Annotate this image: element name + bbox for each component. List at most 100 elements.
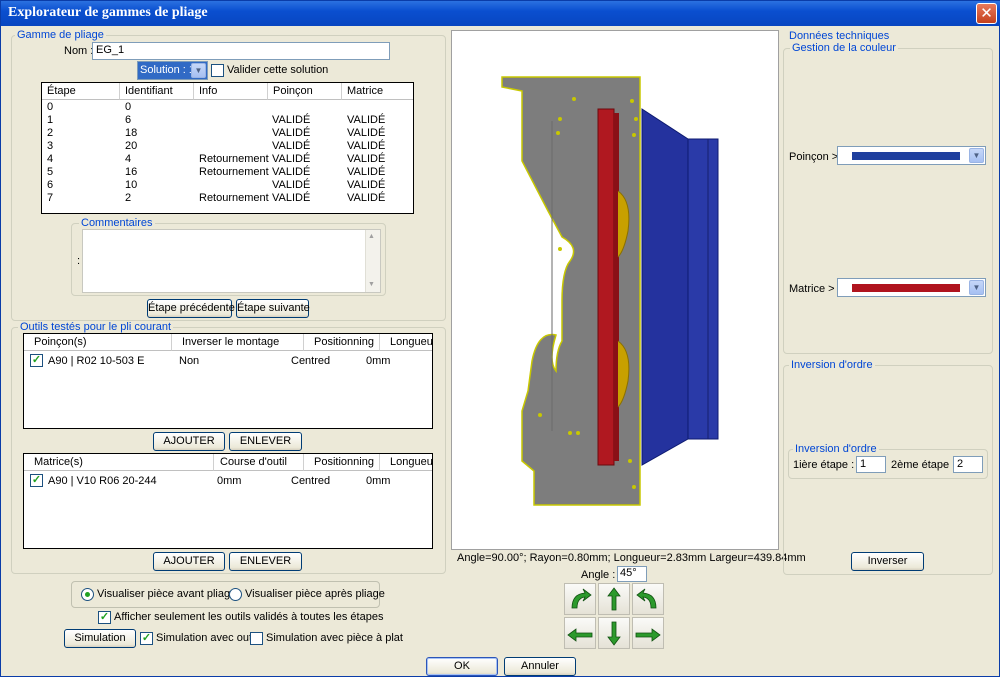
ok-button[interactable]: OK bbox=[426, 657, 498, 676]
part-sheet-shape bbox=[501, 76, 641, 506]
table-row[interactable]: 3 20 VALIDÉ VALIDÉ bbox=[42, 140, 413, 153]
table-cell: 16 bbox=[125, 166, 138, 178]
matrice-course: 0mm bbox=[217, 475, 242, 487]
nom-input[interactable]: EG_1 bbox=[92, 42, 390, 60]
visualiser-avant-radio[interactable] bbox=[81, 588, 94, 601]
move-right-button[interactable] bbox=[632, 617, 664, 649]
enlever-matrice-button[interactable]: ENLEVER bbox=[229, 552, 302, 571]
matrix-shape bbox=[597, 108, 615, 466]
matrice-color-swatch bbox=[852, 284, 960, 292]
table-cell: 20 bbox=[125, 140, 138, 152]
chevron-down-icon[interactable]: ▼ bbox=[191, 63, 206, 78]
poincon-color-swatch bbox=[852, 152, 960, 160]
simulation-plat-label: Simulation avec pièce à plat bbox=[266, 632, 403, 644]
col-header[interactable]: Inverser le montage bbox=[172, 334, 304, 351]
poincon-color-select[interactable]: ▼ bbox=[837, 146, 986, 165]
premiere-etape-label: 1ière étape : bbox=[793, 459, 855, 471]
move-down-button[interactable] bbox=[598, 617, 630, 649]
col-header[interactable]: Matrice(s) bbox=[24, 454, 214, 471]
table-row[interactable]: 7 2 Retournement VALIDÉ VALIDÉ bbox=[42, 192, 413, 205]
matrices-table[interactable]: Matrice(s) Course d'outil Positionning L… bbox=[23, 453, 433, 549]
visualiser-avant-label: Visualiser pièce avant pliage bbox=[97, 588, 237, 600]
table-row[interactable]: 5 16 Retournement VALIDÉ VALIDÉ bbox=[42, 166, 413, 179]
window-title: Explorateur de gammes de pliage bbox=[8, 5, 208, 20]
dialog-window: Explorateur de gammes de pliage ✕ Gamme … bbox=[0, 0, 1000, 677]
poincons-table[interactable]: Poinçon(s) Inverser le montage Positionn… bbox=[23, 333, 433, 429]
punch-body-shape bbox=[687, 138, 719, 440]
table-cell: VALIDÉ bbox=[347, 166, 386, 178]
arrow-up-icon bbox=[607, 587, 621, 611]
simulation-outil-label: Simulation avec outil bbox=[156, 632, 257, 644]
premiere-etape-input[interactable]: 1 bbox=[856, 456, 886, 473]
table-row[interactable]: 00 bbox=[42, 101, 413, 114]
table-cell: VALIDÉ bbox=[272, 192, 311, 204]
etape-precedente-button[interactable]: Étape précédente bbox=[147, 299, 235, 318]
scroll-down-icon[interactable]: ▼ bbox=[368, 281, 375, 288]
col-header[interactable]: Course d'outil bbox=[214, 454, 304, 471]
simulation-outil-checkbox[interactable]: ✓ bbox=[140, 632, 153, 645]
inverser-button[interactable]: Inverser bbox=[851, 552, 924, 571]
table-cell: VALIDÉ bbox=[347, 179, 386, 191]
table-cell: VALIDÉ bbox=[347, 192, 386, 204]
col-header[interactable]: Poinçon(s) bbox=[24, 334, 172, 351]
move-left-button[interactable] bbox=[564, 617, 596, 649]
col-header[interactable]: Positionning bbox=[304, 454, 380, 471]
col-header[interactable]: Poinçon bbox=[268, 83, 342, 100]
table-row[interactable]: 4 4 Retournement VALIDÉ VALIDÉ bbox=[42, 153, 413, 166]
etapes-table[interactable]: Étape Identifiant Info Poinçon Matrice 0… bbox=[41, 82, 414, 214]
ajouter-matrice-button[interactable]: AJOUTER bbox=[153, 552, 225, 571]
chevron-down-icon[interactable]: ▼ bbox=[969, 148, 984, 163]
inversion-legend: Inversion d'ordre bbox=[789, 359, 875, 371]
table-cell: VALIDÉ bbox=[272, 166, 311, 178]
table-row[interactable]: 1 6 VALIDÉ VALIDÉ bbox=[42, 114, 413, 127]
arrow-right-icon bbox=[635, 628, 661, 642]
visualiser-apres-radio[interactable] bbox=[229, 588, 242, 601]
chevron-down-icon[interactable]: ▼ bbox=[969, 280, 984, 295]
valider-checkbox[interactable] bbox=[211, 64, 224, 77]
col-header[interactable]: Positionning bbox=[304, 334, 380, 351]
afficher-outils-checkbox[interactable]: ✓ bbox=[98, 611, 111, 624]
table-row[interactable]: 6 10 VALIDÉ VALIDÉ bbox=[42, 179, 413, 192]
col-header[interactable]: Longueur bbox=[380, 334, 432, 351]
col-header[interactable]: Identifiant bbox=[120, 83, 194, 100]
table-cell: 2 bbox=[47, 127, 54, 139]
table-cell: 7 bbox=[47, 192, 54, 204]
simulation-button[interactable]: Simulation bbox=[64, 629, 136, 648]
rotate-cw-up-button[interactable] bbox=[632, 583, 664, 615]
part-viewer[interactable] bbox=[451, 30, 779, 550]
angle-input[interactable]: 45° bbox=[617, 566, 647, 582]
table-cell: 6 bbox=[125, 114, 132, 126]
poincon-inverser: Non bbox=[179, 355, 200, 367]
col-header[interactable]: Matrice bbox=[342, 83, 413, 100]
poincon-name: A90 | R02 10-503 E bbox=[48, 355, 145, 367]
table-row[interactable]: 2 18 VALIDÉ VALIDÉ bbox=[42, 127, 413, 140]
simulation-plat-checkbox[interactable] bbox=[250, 632, 263, 645]
table-cell: 5 bbox=[47, 166, 54, 178]
annuler-button[interactable]: Annuler bbox=[504, 657, 576, 676]
scroll-up-icon[interactable]: ▲ bbox=[368, 233, 375, 240]
angle-label: Angle : bbox=[581, 569, 616, 581]
solution-select[interactable]: Solution : 1 ▼ bbox=[137, 61, 208, 80]
move-up-button[interactable] bbox=[598, 583, 630, 615]
etape-suivante-button[interactable]: Étape suivante bbox=[236, 299, 310, 318]
deuxieme-etape-input[interactable]: 2 bbox=[953, 456, 983, 473]
col-header[interactable]: Longueur bbox=[380, 454, 432, 471]
table-cell: 0 bbox=[125, 101, 132, 113]
table-cell: VALIDÉ bbox=[272, 140, 311, 152]
close-icon[interactable]: ✕ bbox=[976, 3, 997, 24]
col-header[interactable]: Étape bbox=[42, 83, 120, 100]
col-header[interactable]: Info bbox=[194, 83, 268, 100]
matrice-row-checkbox[interactable]: ✓ bbox=[30, 474, 43, 487]
solution-value: Solution : 1 bbox=[140, 64, 196, 76]
poincon-row-checkbox[interactable]: ✓ bbox=[30, 354, 43, 367]
enlever-poincon-button[interactable]: ENLEVER bbox=[229, 432, 302, 451]
matrice-longueur: 0mm bbox=[366, 475, 391, 487]
matrice-color-label: Matrice > bbox=[789, 283, 835, 295]
matrice-color-select[interactable]: ▼ bbox=[837, 278, 986, 297]
ajouter-poincon-button[interactable]: AJOUTER bbox=[153, 432, 225, 451]
table-cell: Retournement bbox=[199, 166, 269, 178]
commentaires-scrollbar[interactable]: ▲ ▼ bbox=[365, 230, 380, 292]
couleur-group bbox=[783, 48, 993, 354]
commentaires-textarea[interactable]: ▲ ▼ bbox=[82, 229, 381, 293]
rotate-ccw-up-button[interactable] bbox=[564, 583, 596, 615]
